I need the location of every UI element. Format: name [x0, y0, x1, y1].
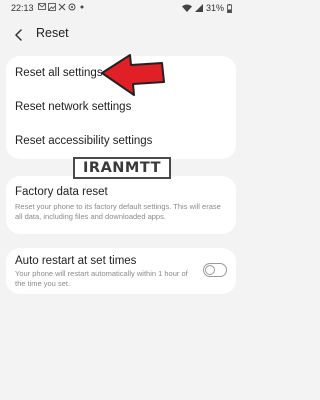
reset-network-settings-label: Reset network settings: [15, 101, 132, 113]
factory-data-reset-description: Reset your phone to its factory default …: [15, 202, 221, 221]
watermark-logo: IRANMTT: [73, 157, 171, 179]
reset-accessibility-settings-label: Reset accessibility settings: [15, 135, 153, 147]
reset-all-settings-label: Reset all settings: [15, 67, 103, 79]
signal-icon: [194, 4, 203, 12]
reset-accessibility-settings-item[interactable]: Reset accessibility settings: [6, 125, 236, 159]
settings-icon: [68, 3, 76, 11]
app-bar: Reset: [0, 20, 242, 50]
notification-icons: [38, 3, 85, 11]
factory-data-reset-title: Factory data reset: [15, 186, 108, 198]
crossed-icon: [58, 3, 66, 11]
auto-restart-item[interactable]: Auto restart at set times Your phone wil…: [6, 248, 236, 294]
factory-data-reset-item[interactable]: Factory data reset Reset your phone to i…: [6, 176, 236, 234]
dot-icon: [78, 3, 85, 11]
battery-icon: [227, 3, 232, 13]
factory-reset-card: Factory data reset Reset your phone to i…: [6, 176, 236, 234]
chevron-left-icon: [15, 29, 22, 41]
status-time: 22:13: [11, 3, 34, 13]
arrow-shape: [101, 54, 165, 96]
page-title: Reset: [36, 26, 69, 40]
auto-restart-toggle[interactable]: [203, 263, 227, 277]
auto-restart-description: Your phone will restart automatically wi…: [15, 269, 188, 288]
toggle-knob: [205, 265, 215, 275]
gmail-icon: [38, 3, 46, 11]
battery-percent: 31%: [205, 3, 224, 13]
auto-restart-card: Auto restart at set times Your phone wil…: [6, 248, 236, 294]
status-bar: 22:13 31%: [0, 0, 242, 20]
wifi-icon: [181, 4, 192, 12]
red-arrow-annotation: [101, 54, 165, 96]
status-right: 31%: [181, 3, 232, 13]
auto-restart-title: Auto restart at set times: [15, 255, 137, 267]
back-button[interactable]: [10, 26, 28, 44]
image-icon: [48, 3, 56, 11]
